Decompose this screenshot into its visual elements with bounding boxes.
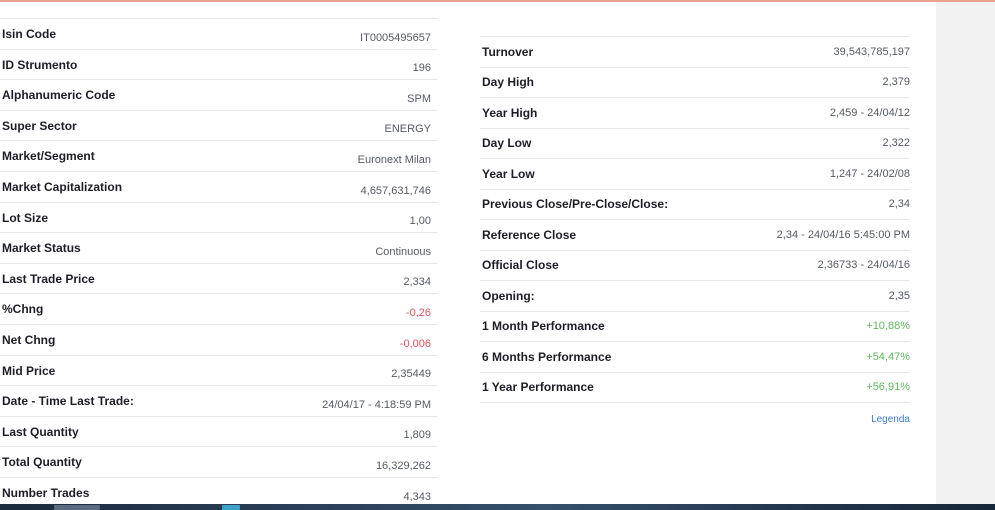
row-label: Last Quantity xyxy=(2,424,79,439)
row-last-trade-price: Last Trade Price 2,334 xyxy=(0,263,438,294)
row-value: 2,459 - 24/04/12 xyxy=(829,106,910,119)
legenda-link[interactable]: Legenda xyxy=(840,414,910,425)
row-label: 1 Month Performance xyxy=(482,319,605,334)
row-official-close: Official Close 2,36733 - 24/04/16 xyxy=(480,250,910,281)
taskbar-app-button[interactable] xyxy=(222,505,240,510)
row-value: 2,34 xyxy=(888,198,910,211)
row-label: Total Quantity xyxy=(2,455,82,470)
row-value: 2,379 xyxy=(882,76,910,89)
row-previous-close: Previous Close/Pre-Close/Close: 2,34 xyxy=(480,189,910,220)
row-label: Market Capitalization xyxy=(2,179,123,194)
row-market-segment: Market/Segment Euronext Milan xyxy=(0,140,438,172)
row-label: Year High xyxy=(482,105,538,120)
row-value: 2,36733 - 24/04/16 xyxy=(817,259,910,272)
row-value: Euronext Milan xyxy=(357,153,431,166)
row-1-month-performance: 1 Month Performance +10,88% xyxy=(480,311,910,342)
row-label: %Chng xyxy=(2,302,44,317)
row-value: 39,543,785,197 xyxy=(833,45,910,58)
row-value: +54,47% xyxy=(866,350,910,363)
row-6-months-performance: 6 Months Performance +54,47% xyxy=(480,341,910,373)
row-lot-size: Lot Size 1,00 xyxy=(0,202,438,233)
row-label: 1 Year Performance xyxy=(482,380,594,395)
row-label: Opening: xyxy=(482,288,535,303)
row-value: 2,334 xyxy=(403,276,431,289)
instrument-info-table: Isin Code IT0005495657 ID Strumento 196 … xyxy=(0,18,438,508)
row-value: -0,006 xyxy=(399,337,431,350)
row-value: 1,00 xyxy=(409,215,431,228)
row-mid-price: Mid Price 2,35449 xyxy=(0,355,438,386)
row-alphanumeric-code: Alphanumeric Code SPM xyxy=(0,79,438,111)
row-opening: Opening: 2,35 xyxy=(480,280,910,312)
row-day-low: Day Low 2,322 xyxy=(480,128,910,159)
row-value: 2,35449 xyxy=(391,368,431,381)
row-value: 2,322 xyxy=(882,137,910,150)
taskbar-app-button[interactable] xyxy=(54,505,100,510)
row-label: Isin Code xyxy=(2,27,57,41)
row-label: Year Low xyxy=(482,166,535,181)
taskbar xyxy=(0,504,995,510)
row-label: ID Strumento xyxy=(2,57,78,72)
row-value: 24/04/17 - 4:18:59 PM xyxy=(322,398,431,411)
row-label: Day High xyxy=(482,75,535,90)
row-value: 1,247 - 24/02/08 xyxy=(829,167,910,180)
row-date-time-last-trade: Date - Time Last Trade: 24/04/17 - 4:18:… xyxy=(0,385,438,417)
row-label: Super Sector xyxy=(2,118,77,133)
row-last-quantity: Last Quantity 1,809 xyxy=(0,416,438,447)
row-value: ENERGY xyxy=(384,123,431,136)
row-label: Official Close xyxy=(482,258,559,273)
row-label: Reference Close xyxy=(482,227,577,242)
row-market-status: Market Status Continuous xyxy=(0,232,438,264)
row-value: +10,88% xyxy=(866,320,910,333)
right-gutter xyxy=(936,2,995,504)
row-label: Day Low xyxy=(482,136,532,151)
row-label: Alphanumeric Code xyxy=(2,88,116,103)
row-day-high: Day High 2,379 xyxy=(480,67,910,98)
row-label: Date - Time Last Trade: xyxy=(2,394,134,409)
row-turnover: Turnover 39,543,785,197 xyxy=(480,36,910,68)
row-value: +56,91% xyxy=(866,381,910,394)
row-label: Market/Segment xyxy=(2,149,95,164)
row-label: Market Status xyxy=(2,241,81,256)
row-value: 1,809 xyxy=(403,429,431,442)
row-label: Previous Close/Pre-Close/Close: xyxy=(482,197,669,212)
row-value: 196 xyxy=(412,62,431,75)
row-label: Net Chng xyxy=(2,332,56,347)
row-value: Continuous xyxy=(375,245,431,258)
row-1-year-performance: 1 Year Performance +56,91% xyxy=(480,372,910,403)
row-super-sector: Super Sector ENERGY xyxy=(0,110,438,141)
row-year-high: Year High 2,459 - 24/04/12 xyxy=(480,97,910,129)
row-isin-code: Isin Code IT0005495657 xyxy=(0,18,438,50)
row-net-change: Net Chng -0,006 xyxy=(0,324,438,355)
stock-details-page: Isin Code IT0005495657 ID Strumento 196 … xyxy=(0,0,995,510)
row-label: Last Trade Price xyxy=(2,271,95,286)
row-label: Lot Size xyxy=(2,210,49,225)
row-value: 4,657,631,746 xyxy=(360,184,431,197)
row-value: 16,329,262 xyxy=(375,459,431,472)
row-label: Mid Price xyxy=(2,363,56,378)
row-percent-change: %Chng -0,26 xyxy=(0,293,438,325)
row-value: 2,35 xyxy=(888,289,910,302)
row-reference-close: Reference Close 2,34 - 24/04/16 5:45:00 … xyxy=(480,219,910,251)
row-label: 6 Months Performance xyxy=(482,349,612,364)
row-year-low: Year Low 1,247 - 24/02/08 xyxy=(480,158,910,190)
row-label: Turnover xyxy=(482,44,534,59)
market-stats-table: Turnover 39,543,785,197 Day High 2,379 Y… xyxy=(480,36,910,403)
row-id-strumento: ID Strumento 196 xyxy=(0,49,438,80)
row-value: 2,34 - 24/04/16 5:45:00 PM xyxy=(776,228,910,241)
row-market-capitalization: Market Capitalization 4,657,631,746 xyxy=(0,171,438,202)
row-value: -0,26 xyxy=(405,306,431,319)
row-value: IT0005495657 xyxy=(360,31,431,44)
row-total-quantity: Total Quantity 16,329,262 xyxy=(0,446,438,478)
row-value: SPM xyxy=(407,92,431,105)
